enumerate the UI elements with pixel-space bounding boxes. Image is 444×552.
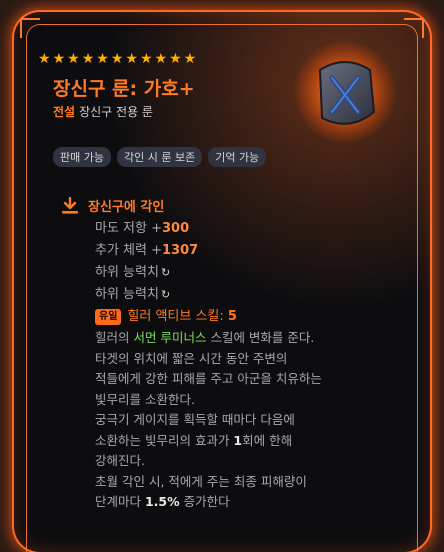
star-icon: ★	[125, 51, 138, 67]
stat-value: 300	[162, 221, 190, 236]
sub-stat-label: 하위 능력치	[95, 265, 159, 280]
skill-name-highlight: 서먼 루미너스	[133, 330, 207, 345]
star-icon: ★	[110, 51, 124, 67]
star-icon: ★	[139, 51, 153, 67]
unique-skill-text: 힐러 액티브 스킬: 5	[127, 306, 237, 328]
unique-skill-value: 5	[227, 309, 237, 324]
sub-stat-row: 하위 능력치 ↻	[95, 284, 400, 306]
unique-skill-row: 유일 힐러 액티브 스킬: 5	[95, 306, 400, 328]
description-line: 단계마다 1.5% 증가한다	[95, 492, 400, 513]
description-line: 빛무리를 소환한다.	[95, 391, 195, 407]
description-text: 소환하는 빛무리의 효과가	[95, 432, 234, 448]
engrave-header: 장신구에 각인	[60, 196, 400, 215]
item-category: 장신구 전용 룬	[79, 105, 153, 119]
description-text: 단계마다	[95, 494, 145, 509]
star-icon: ★	[38, 51, 51, 67]
stat-value: 1307	[162, 243, 199, 258]
description-text: 스킬에 변화를 준다.	[206, 330, 315, 345]
description-line: 적들에게 강한 피해를 주고 아군을 치유하는	[95, 371, 322, 386]
description-line: 소환하는 빛무리의 효과가 1회에 한해	[95, 431, 400, 452]
description-line: 초월 각인 시, 적에게 주는 최종 피해량이	[95, 473, 307, 489]
skill-description: 힐러의 서먼 루미너스 스킬에 변화를 준다. 타겟의 위치에 짧은 시간 동안…	[95, 328, 400, 513]
corner-ornament	[404, 18, 424, 38]
description-number: 1.5%	[144, 494, 180, 509]
stat-row: 마도 저항 +300	[95, 218, 400, 240]
star-icon: ★	[183, 51, 197, 67]
rune-stone-icon	[290, 40, 400, 150]
star-icon: ★	[169, 51, 182, 67]
star-icon: ★	[52, 51, 66, 67]
description-number: 1	[233, 432, 243, 448]
item-name: 장신구 룬: 가호+	[53, 78, 195, 100]
description-line: 궁극기 게이지를 획득할 때마다 다음에	[95, 412, 295, 427]
refresh-icon: ↻	[160, 266, 171, 279]
item-stars: ★ ★ ★ ★ ★ ★ ★ ★ ★ ★ ★	[38, 52, 196, 66]
unique-skill-label: 힐러 액티브 스킬:	[127, 309, 228, 324]
engrave-section: 장신구에 각인 마도 저항 +300 추가 체력 +1307 하위 능력치 ↻ 하…	[60, 196, 400, 513]
unique-badge: 유일	[95, 309, 122, 325]
description-line: 타겟의 위치에 짧은 시간 동안 주변의	[95, 350, 288, 366]
stat-label: 추가 체력 +	[95, 243, 162, 258]
description-text: 힐러의	[95, 330, 134, 345]
tag-rune-preserved: 각인 시 룬 보존	[116, 147, 203, 167]
description-text: 회에 한해	[242, 432, 293, 448]
sub-stat-label: 하위 능력치	[95, 287, 159, 302]
star-icon: ★	[154, 51, 168, 67]
refresh-icon: ↻	[160, 288, 171, 301]
description-line: 강해진다.	[95, 453, 145, 468]
item-grade: 전설	[53, 105, 76, 119]
star-icon: ★	[81, 51, 95, 67]
tag-memorable: 기억 가능	[208, 147, 267, 167]
description-text: 증가한다	[179, 494, 230, 509]
description-line: 힐러의 서먼 루미너스 스킬에 변화를 준다.	[95, 328, 400, 349]
corner-ornament	[20, 18, 40, 38]
engrave-header-label: 장신구에 각인	[88, 200, 165, 215]
stat-row: 추가 체력 +1307	[95, 240, 400, 262]
item-tags: 판매 가능 각인 시 룬 보존 기억 가능	[53, 147, 267, 167]
tag-sellable: 판매 가능	[53, 147, 111, 167]
item-grade-line: 전설 장신구 전용 룬	[53, 103, 153, 120]
engrave-stats: 마도 저항 +300 추가 체력 +1307 하위 능력치 ↻ 하위 능력치 ↻ 유…	[95, 218, 400, 328]
sub-stat-row: 하위 능력치 ↻	[95, 262, 400, 284]
star-icon: ★	[96, 51, 109, 67]
star-icon: ★	[67, 51, 80, 67]
stat-label: 마도 저항 +	[95, 221, 162, 236]
download-arrow-icon	[60, 196, 80, 215]
